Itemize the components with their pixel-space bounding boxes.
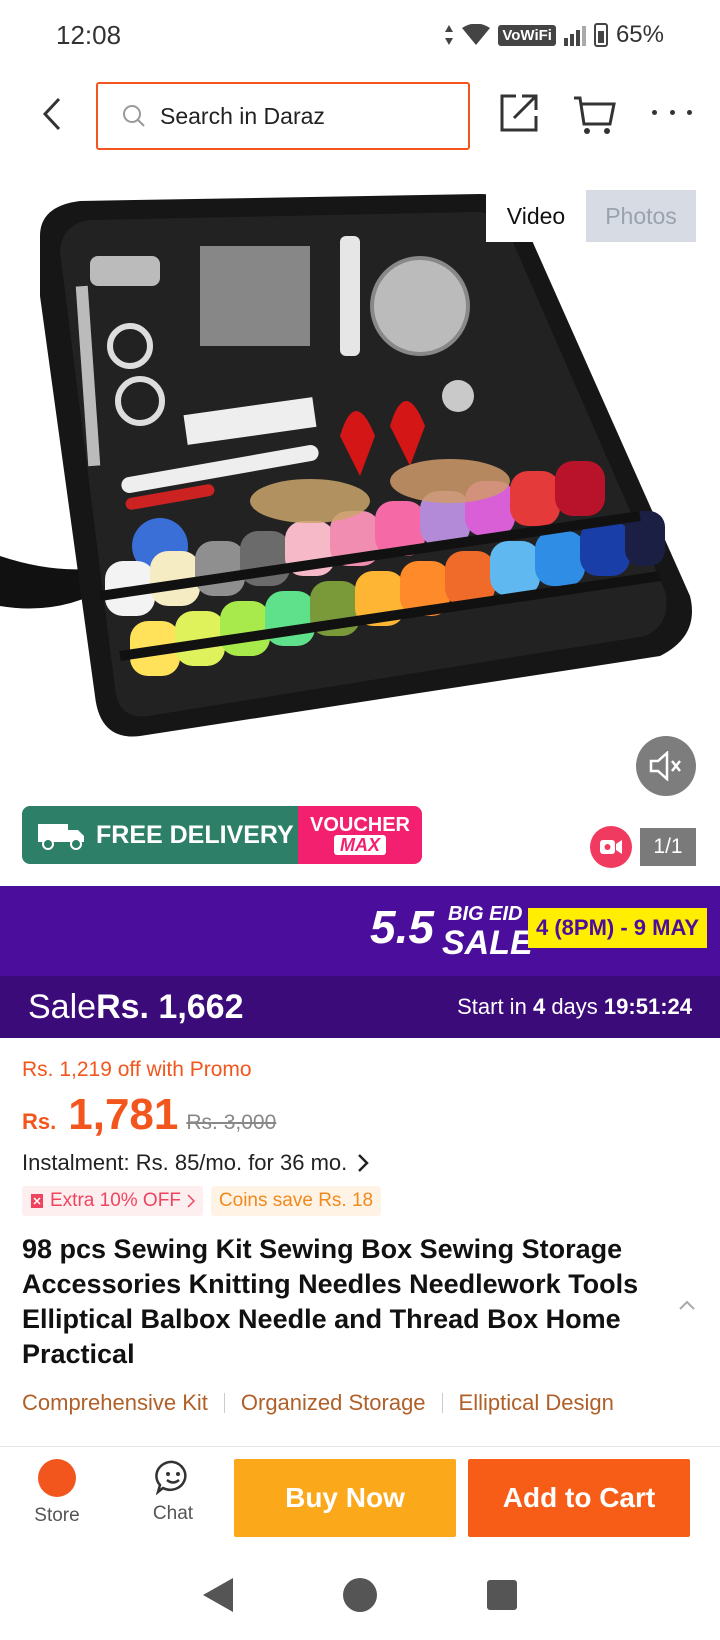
share-icon [500, 94, 538, 132]
current-price: 1,781 [68, 1090, 179, 1139]
delivery-voucher-badge: FREE DELIVERY VOUCHER MAX [22, 806, 422, 864]
max-label: MAX [334, 835, 386, 855]
chat-icon [155, 1460, 187, 1495]
voucher-max-badge: VOUCHER MAX [298, 806, 422, 864]
store-logo [38, 1459, 76, 1497]
original-price: Rs. 3,000 [186, 1111, 277, 1134]
highlight-item: Comprehensive Kit [22, 1390, 208, 1415]
voucher-icon [31, 1194, 43, 1208]
chevron-right-icon [358, 1154, 370, 1172]
sale-price-label: SaleRs. 1,662 [28, 987, 244, 1026]
store-button[interactable]: Store [20, 1459, 94, 1539]
nav-recents-icon[interactable] [487, 1580, 517, 1610]
share-button[interactable] [498, 92, 540, 134]
add-to-cart-button[interactable]: Add to Cart [468, 1459, 690, 1537]
price-row: Rs. 1,781 Rs. 3,000 [22, 1090, 276, 1142]
product-highlights: Comprehensive Kit Organized Storage Elli… [22, 1390, 614, 1416]
mute-button[interactable] [636, 736, 696, 796]
product-gallery[interactable]: Video Photos [0, 176, 720, 862]
mute-icon [649, 751, 681, 781]
instalment-text: Instalment: Rs. 85/mo. for 36 mo. [22, 1150, 348, 1175]
battery-icon [593, 23, 608, 47]
status-icons: VoWiFi 65% [444, 21, 664, 49]
video-icon [600, 840, 622, 854]
product-image [0, 194, 692, 737]
highlight-item: Organized Storage [240, 1390, 426, 1415]
more-icon [652, 109, 657, 115]
status-bar: 12:08 VoWiFi 65% [0, 0, 720, 70]
more-button[interactable] [652, 100, 692, 124]
status-time: 12:08 [56, 19, 122, 50]
battery-level: 65% [615, 21, 664, 48]
video-indicator[interactable] [590, 826, 632, 868]
divider [223, 1393, 225, 1413]
campaign-line1: BIG EID [448, 903, 523, 925]
tab-photos[interactable]: Photos [586, 190, 696, 242]
bottom-action-bar: Store Chat Buy Now Add to Cart [0, 1446, 720, 1550]
offer-tags: Extra 10% OFF Coins save Rs. 18 [22, 1186, 382, 1216]
chevron-up-icon[interactable] [676, 1294, 698, 1316]
price-currency: Rs. [22, 1109, 57, 1134]
chat-button[interactable]: Chat [136, 1459, 210, 1539]
promo-text[interactable]: Rs. 1,219 off with Promo [22, 1058, 252, 1082]
instalment-row[interactable]: Instalment: Rs. 85/mo. for 36 mo. [22, 1150, 370, 1176]
signal-icon [563, 24, 586, 46]
coins-label: Coins save Rs. 18 [218, 1190, 374, 1211]
chat-label: Chat [152, 1503, 194, 1524]
voucher-label: VOUCHER [309, 814, 410, 836]
back-arrow-icon [42, 97, 61, 131]
page-indicator: 1/1 [640, 828, 696, 866]
search-input[interactable]: Search in Daraz [96, 82, 470, 150]
campaign-number: 5.5 [370, 901, 434, 953]
buy-now-button[interactable]: Buy Now [234, 1459, 456, 1537]
search-icon [123, 105, 145, 127]
campaign-dates: 4 (8PM) - 9 MAY [528, 908, 708, 948]
free-delivery-badge: FREE DELIVERY [22, 806, 298, 864]
cart-icon [574, 96, 616, 134]
data-arrows-icon [445, 25, 454, 45]
extra-off-label: Extra 10% OFF [50, 1190, 181, 1211]
coins-tag[interactable]: Coins save Rs. 18 [210, 1186, 382, 1216]
extra-off-tag[interactable]: Extra 10% OFF [22, 1186, 203, 1216]
cart-button[interactable] [572, 92, 616, 136]
campaign-banner[interactable]: 5.5 BIG EID SALE 4 (8PM) - 9 MAY [0, 886, 720, 976]
system-nav-bar [0, 1560, 720, 1630]
back-button[interactable] [30, 90, 74, 138]
store-label: Store [34, 1505, 80, 1526]
product-title: 98 pcs Sewing Kit Sewing Box Sewing Stor… [22, 1234, 639, 1369]
campaign-line2: SALE [442, 924, 533, 962]
search-placeholder: Search in Daraz [160, 102, 325, 129]
sale-countdown-bar: SaleRs. 1,662 Start in 4 days 19:51:24 [0, 976, 720, 1038]
media-tabs: Video Photos [486, 190, 696, 242]
tab-video[interactable]: Video [486, 190, 586, 242]
chevron-right-icon [187, 1194, 195, 1208]
wifi-icon [462, 24, 491, 45]
highlight-item: Elliptical Design [458, 1390, 614, 1415]
nav-back-icon[interactable] [203, 1578, 233, 1612]
nav-home-icon[interactable] [343, 1578, 377, 1612]
free-delivery-label: FREE DELIVERY [96, 820, 294, 849]
countdown: Start in 4 days 19:51:24 [457, 994, 692, 1019]
vowifi-badge: VoWiFi [498, 24, 556, 46]
divider [441, 1393, 443, 1413]
truck-icon [38, 824, 84, 850]
top-bar: Search in Daraz [0, 78, 720, 152]
